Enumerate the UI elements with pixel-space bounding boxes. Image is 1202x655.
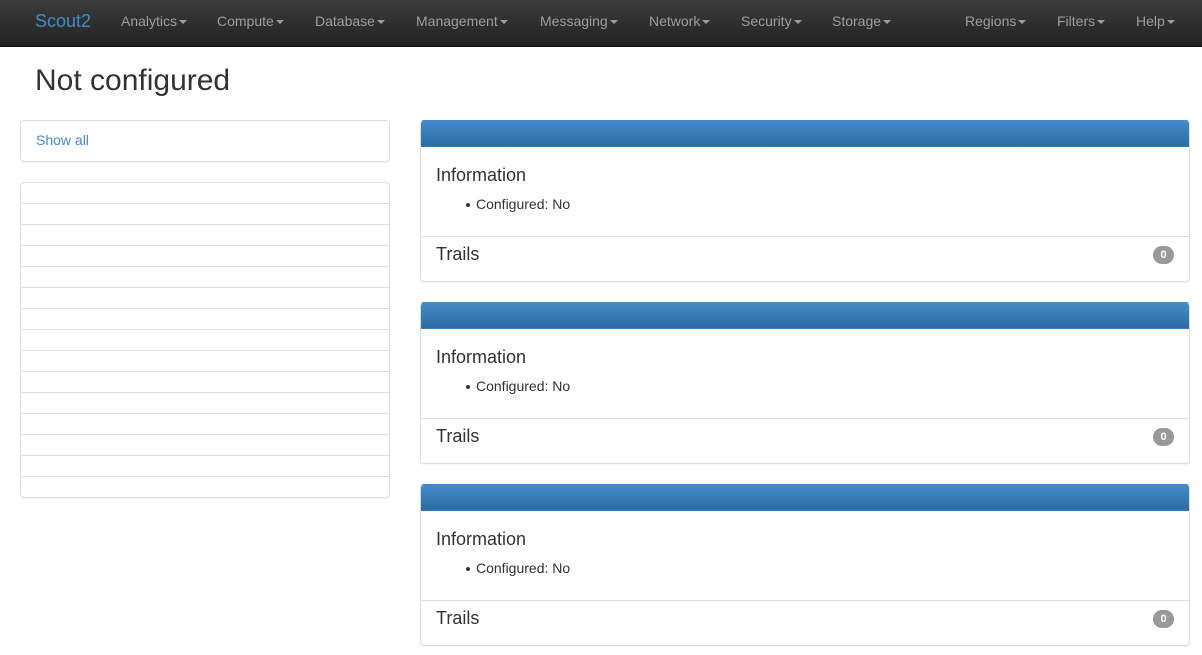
caret-down-icon — [702, 20, 711, 25]
list-item[interactable] — [21, 267, 389, 288]
service-panel: Information Configured: No Trails 0 — [420, 302, 1190, 464]
list-item[interactable] — [21, 351, 389, 372]
panel-heading — [421, 303, 1189, 329]
panel-heading — [421, 485, 1189, 511]
trails-heading[interactable]: Trails — [436, 608, 479, 629]
menu-label: Analytics — [121, 13, 178, 29]
list-item[interactable] — [21, 204, 389, 225]
configured-status: Configured: No — [465, 560, 571, 576]
caret-down-icon — [793, 20, 802, 25]
caret-down-icon — [1097, 20, 1106, 25]
menu-regions[interactable]: Regions — [965, 0, 1027, 44]
list-item[interactable] — [21, 246, 389, 267]
menu-label: Filters — [1057, 13, 1096, 29]
trails-heading[interactable]: Trails — [436, 244, 479, 265]
service-panel: Information Configured: No Trails 0 — [420, 120, 1190, 282]
menu-label: Regions — [965, 13, 1017, 29]
list-item[interactable] — [21, 435, 389, 456]
information-heading: Information — [436, 165, 527, 185]
menu-label: Messaging — [540, 13, 608, 29]
menu-filters[interactable]: Filters — [1057, 0, 1106, 44]
configured-status: Configured: No — [465, 196, 571, 212]
list-item[interactable] — [21, 456, 389, 477]
configured-status: Configured: No — [465, 378, 571, 394]
list-item[interactable] — [21, 330, 389, 351]
menu-label: Storage — [832, 13, 882, 29]
list-item[interactable] — [21, 225, 389, 246]
menu-storage[interactable]: Storage — [832, 0, 892, 44]
panel-heading — [421, 121, 1189, 147]
caret-down-icon — [376, 20, 385, 25]
menu-database[interactable]: Database — [315, 0, 385, 44]
trails-count-badge: 0 — [1153, 428, 1174, 446]
page-title: Not configured — [35, 64, 231, 97]
list-item[interactable] — [21, 183, 389, 204]
caret-down-icon — [499, 20, 508, 25]
menu-label: Security — [741, 13, 792, 29]
information-heading: Information — [436, 347, 527, 367]
menu-label: Management — [416, 13, 498, 29]
caret-down-icon — [883, 20, 892, 25]
trails-count-badge: 0 — [1153, 610, 1174, 628]
show-all-link[interactable]: Show all — [36, 132, 89, 148]
list-item[interactable] — [21, 414, 389, 435]
trails-count-badge: 0 — [1153, 246, 1174, 264]
divider — [421, 236, 1189, 237]
menu-security[interactable]: Security — [741, 0, 802, 44]
menu-label: Compute — [217, 13, 274, 29]
trails-heading[interactable]: Trails — [436, 426, 479, 447]
menu-network[interactable]: Network — [649, 0, 711, 44]
caret-down-icon — [179, 20, 188, 25]
menu-compute[interactable]: Compute — [217, 0, 284, 44]
menu-label: Network — [649, 13, 701, 29]
brand-link[interactable]: Scout2 — [35, 0, 91, 44]
information-heading: Information — [436, 529, 527, 549]
list-item[interactable] — [21, 309, 389, 330]
service-panel: Information Configured: No Trails 0 — [420, 484, 1190, 646]
list-item[interactable] — [21, 288, 389, 309]
menu-management[interactable]: Management — [416, 0, 508, 44]
menu-label: Database — [315, 13, 375, 29]
show-all-panel: Show all — [20, 120, 390, 162]
caret-down-icon — [275, 20, 284, 25]
caret-down-icon — [609, 20, 618, 25]
menu-analytics[interactable]: Analytics — [121, 0, 188, 44]
resource-list — [20, 182, 390, 498]
menu-label: Help — [1136, 13, 1165, 29]
divider — [421, 418, 1189, 419]
caret-down-icon — [1166, 20, 1175, 25]
divider — [421, 600, 1189, 601]
menu-help[interactable]: Help — [1136, 0, 1175, 44]
top-navbar: Scout2 Analytics Compute Database Manage… — [0, 0, 1202, 47]
menu-messaging[interactable]: Messaging — [540, 0, 618, 44]
list-item[interactable] — [21, 477, 389, 497]
list-item[interactable] — [21, 393, 389, 414]
list-item[interactable] — [21, 372, 389, 393]
caret-down-icon — [1018, 20, 1027, 25]
